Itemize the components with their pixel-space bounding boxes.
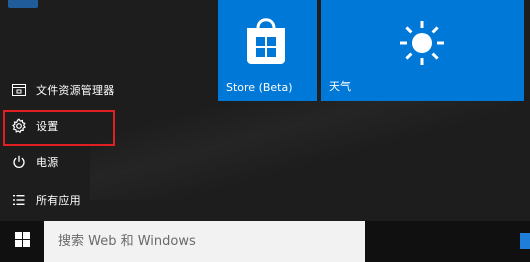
tile-store[interactable]: Store (Beta)	[218, 0, 317, 101]
menu-item-power[interactable]: 电源	[0, 148, 205, 176]
highlight-box	[3, 110, 115, 146]
taskbar	[0, 221, 530, 262]
folder-icon	[11, 82, 27, 98]
tray-icon[interactable]	[520, 233, 530, 249]
user-avatar[interactable]	[8, 0, 38, 8]
tile-weather[interactable]: 天气	[321, 0, 524, 101]
tile-label: 天气	[329, 80, 351, 93]
menu-item-label: 所有应用	[36, 194, 81, 207]
store-bag-icon	[243, 14, 289, 70]
windows-logo-icon	[14, 232, 30, 251]
sun-icon	[399, 20, 445, 70]
start-button[interactable]	[0, 221, 44, 262]
tile-label: Store (Beta)	[226, 81, 293, 94]
menu-item-label: 电源	[36, 156, 59, 169]
list-icon	[11, 192, 27, 208]
menu-item-label: 文件资源管理器	[36, 84, 115, 97]
start-menu-screen: 文件资源管理器 设置 电源 所有应用 Store (Beta) 天气 搜索 We…	[0, 0, 530, 262]
search-input[interactable]	[56, 233, 350, 250]
power-icon	[11, 154, 27, 170]
search-box[interactable]	[44, 221, 365, 262]
menu-item-file-explorer[interactable]: 文件资源管理器	[0, 76, 205, 104]
menu-item-all-apps[interactable]: 所有应用	[0, 186, 205, 214]
